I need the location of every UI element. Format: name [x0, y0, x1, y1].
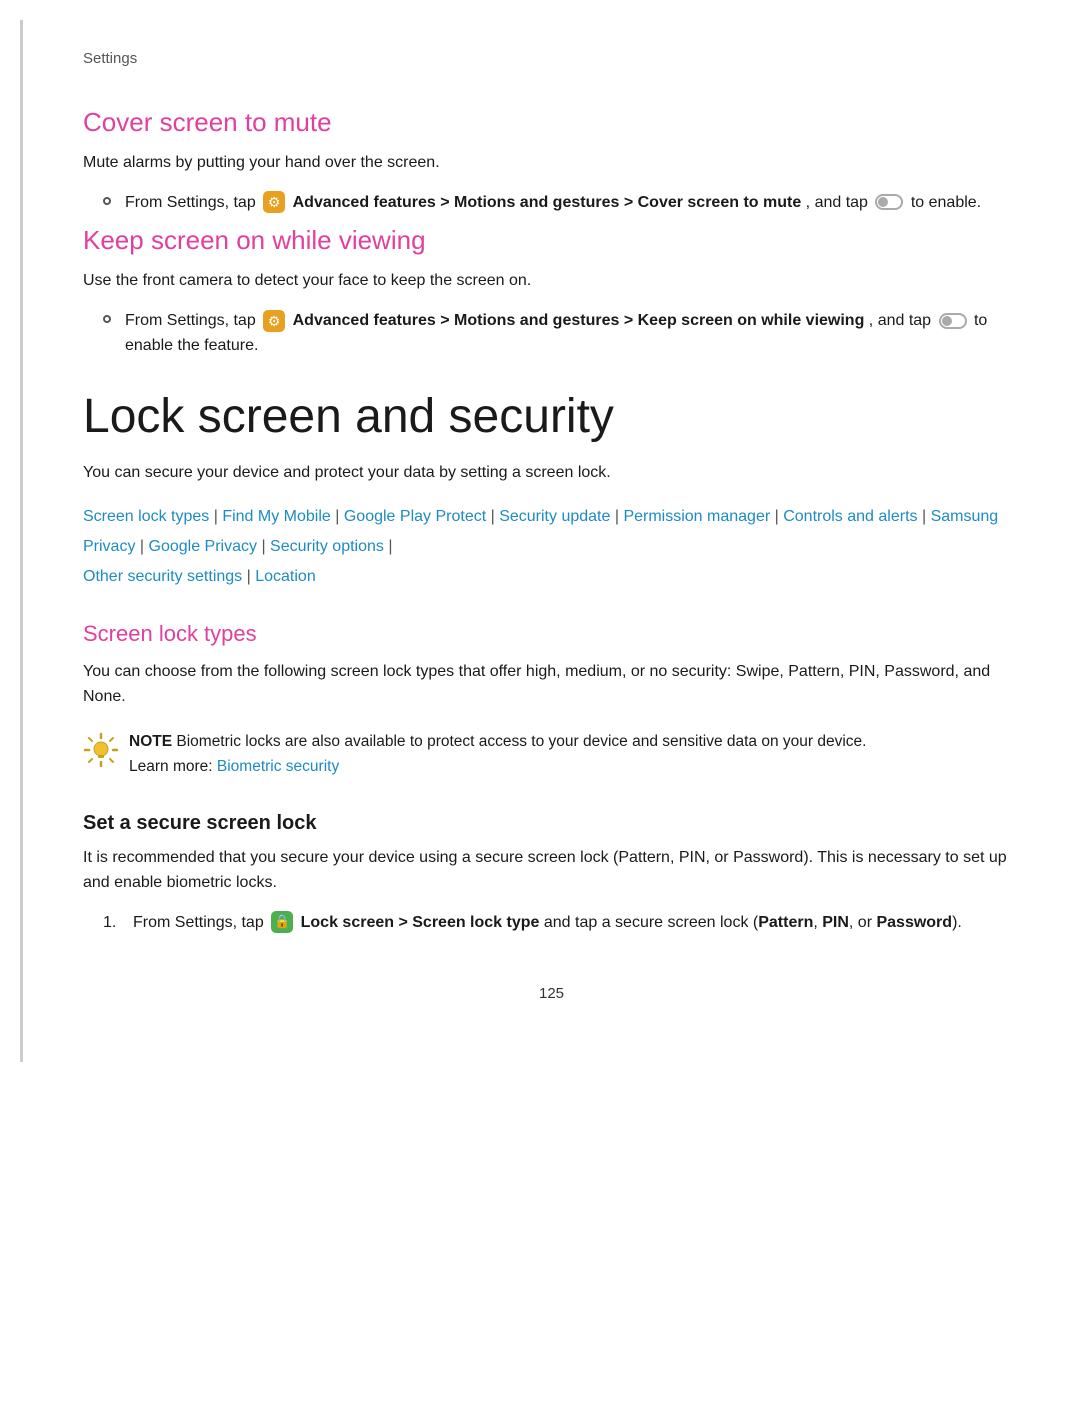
ord-password: Password — [876, 914, 952, 931]
link-security-update[interactable]: Security update — [499, 508, 610, 525]
set-secure-screen-description: It is recommended that you secure your d… — [83, 845, 1020, 896]
link-biometric-security[interactable]: Biometric security — [217, 758, 339, 775]
link-permission-manager[interactable]: Permission manager — [623, 508, 770, 525]
link-security-options[interactable]: Security options — [270, 538, 384, 555]
sep-4: | — [610, 508, 623, 525]
ord-pre: From Settings, tap — [133, 914, 268, 931]
bullet-pre-text: From Settings, tap — [125, 194, 260, 211]
keep-screen-bullet: From Settings, tap Advanced features > M… — [103, 308, 1020, 359]
settings-icon — [263, 191, 285, 213]
bullet-post2-text: to enable. — [911, 194, 981, 211]
ks-post-text: , and tap — [869, 312, 936, 329]
bullet-circle-icon — [103, 197, 111, 205]
sep-3: | — [486, 508, 499, 525]
cover-screen-bullet: From Settings, tap Advanced features > M… — [103, 190, 1020, 216]
sep-9: | — [384, 538, 393, 555]
ord-comma1: , — [813, 914, 822, 931]
bullet-post-text: , and tap — [806, 194, 873, 211]
sep-5: | — [770, 508, 783, 525]
keep-screen-bullet-text: From Settings, tap Advanced features > M… — [125, 308, 1020, 359]
ord-or: , or — [849, 914, 877, 931]
toggle-switch-icon[interactable] — [875, 194, 903, 210]
ordered-item-1: 1. From Settings, tap Lock screen > Scre… — [103, 910, 1020, 936]
note-bulb-icon — [83, 732, 119, 768]
ord-close: ). — [952, 914, 962, 931]
ord-post: and tap a secure screen lock ( — [544, 914, 758, 931]
toggle-switch-icon-2[interactable] — [939, 313, 967, 329]
cover-screen-section: Cover screen to mute Mute alarms by putt… — [83, 107, 1020, 215]
set-secure-screen-section: Set a secure screen lock It is recommend… — [83, 812, 1020, 936]
sep-6: | — [918, 508, 931, 525]
lock-screen-main-section: Lock screen and security You can secure … — [83, 389, 1020, 935]
note-learn-more-pre: Learn more: — [129, 758, 217, 775]
ks-pre-text: From Settings, tap — [125, 312, 260, 329]
page-container: Settings Cover screen to mute Mute alarm… — [20, 20, 1080, 1062]
settings-icon-2 — [263, 310, 285, 332]
bullet-circle-icon-2 — [103, 315, 111, 323]
note-box: NOTE Biometric locks are also available … — [83, 726, 1020, 784]
note-content: NOTE Biometric locks are also available … — [129, 730, 866, 780]
sep-10: | — [242, 568, 255, 585]
sep-1: | — [209, 508, 222, 525]
screen-lock-types-description: You can choose from the following screen… — [83, 659, 1020, 710]
ks-nav-text: Advanced features > Motions and gestures… — [293, 312, 865, 329]
screen-lock-types-title: Screen lock types — [83, 621, 1020, 647]
ordered-text-1: From Settings, tap Lock screen > Screen … — [133, 910, 962, 936]
links-section: Screen lock types | Find My Mobile | Goo… — [83, 502, 1020, 593]
sep-7: | — [135, 538, 148, 555]
ord-nav: Lock screen > Screen lock type — [301, 914, 540, 931]
link-screen-lock-types[interactable]: Screen lock types — [83, 508, 209, 525]
screen-lock-types-section: Screen lock types You can choose from th… — [83, 621, 1020, 936]
keep-screen-section: Keep screen on while viewing Use the fro… — [83, 225, 1020, 359]
link-google-play-protect[interactable]: Google Play Protect — [344, 508, 486, 525]
note-text: Biometric locks are also available to pr… — [176, 733, 866, 750]
lock-screen-main-title: Lock screen and security — [83, 389, 1020, 444]
ord-pattern: Pattern — [758, 914, 813, 931]
keep-screen-title: Keep screen on while viewing — [83, 225, 1020, 256]
cover-screen-title: Cover screen to mute — [83, 107, 1020, 138]
link-location[interactable]: Location — [255, 568, 316, 585]
sep-2: | — [331, 508, 344, 525]
ord-pin: PIN — [822, 914, 849, 931]
page-header: Settings — [83, 50, 1020, 67]
cover-screen-bullet-text: From Settings, tap Advanced features > M… — [125, 190, 1020, 216]
sep-8: | — [257, 538, 270, 555]
set-secure-screen-title: Set a secure screen lock — [83, 812, 1020, 835]
link-find-my-mobile[interactable]: Find My Mobile — [222, 508, 330, 525]
page-number: 125 — [83, 985, 1020, 1002]
link-google-privacy[interactable]: Google Privacy — [149, 538, 258, 555]
note-label: NOTE — [129, 733, 172, 750]
lock-icon — [271, 911, 293, 933]
cover-screen-description: Mute alarms by putting your hand over th… — [83, 150, 1020, 176]
link-other-security[interactable]: Other security settings — [83, 568, 242, 585]
bullet-nav-text: Advanced features > Motions and gestures… — [293, 194, 802, 211]
link-controls-alerts[interactable]: Controls and alerts — [783, 508, 917, 525]
lock-screen-main-description: You can secure your device and protect y… — [83, 460, 1020, 486]
keep-screen-description: Use the front camera to detect your face… — [83, 268, 1020, 294]
ordered-num-1: 1. — [103, 910, 123, 936]
